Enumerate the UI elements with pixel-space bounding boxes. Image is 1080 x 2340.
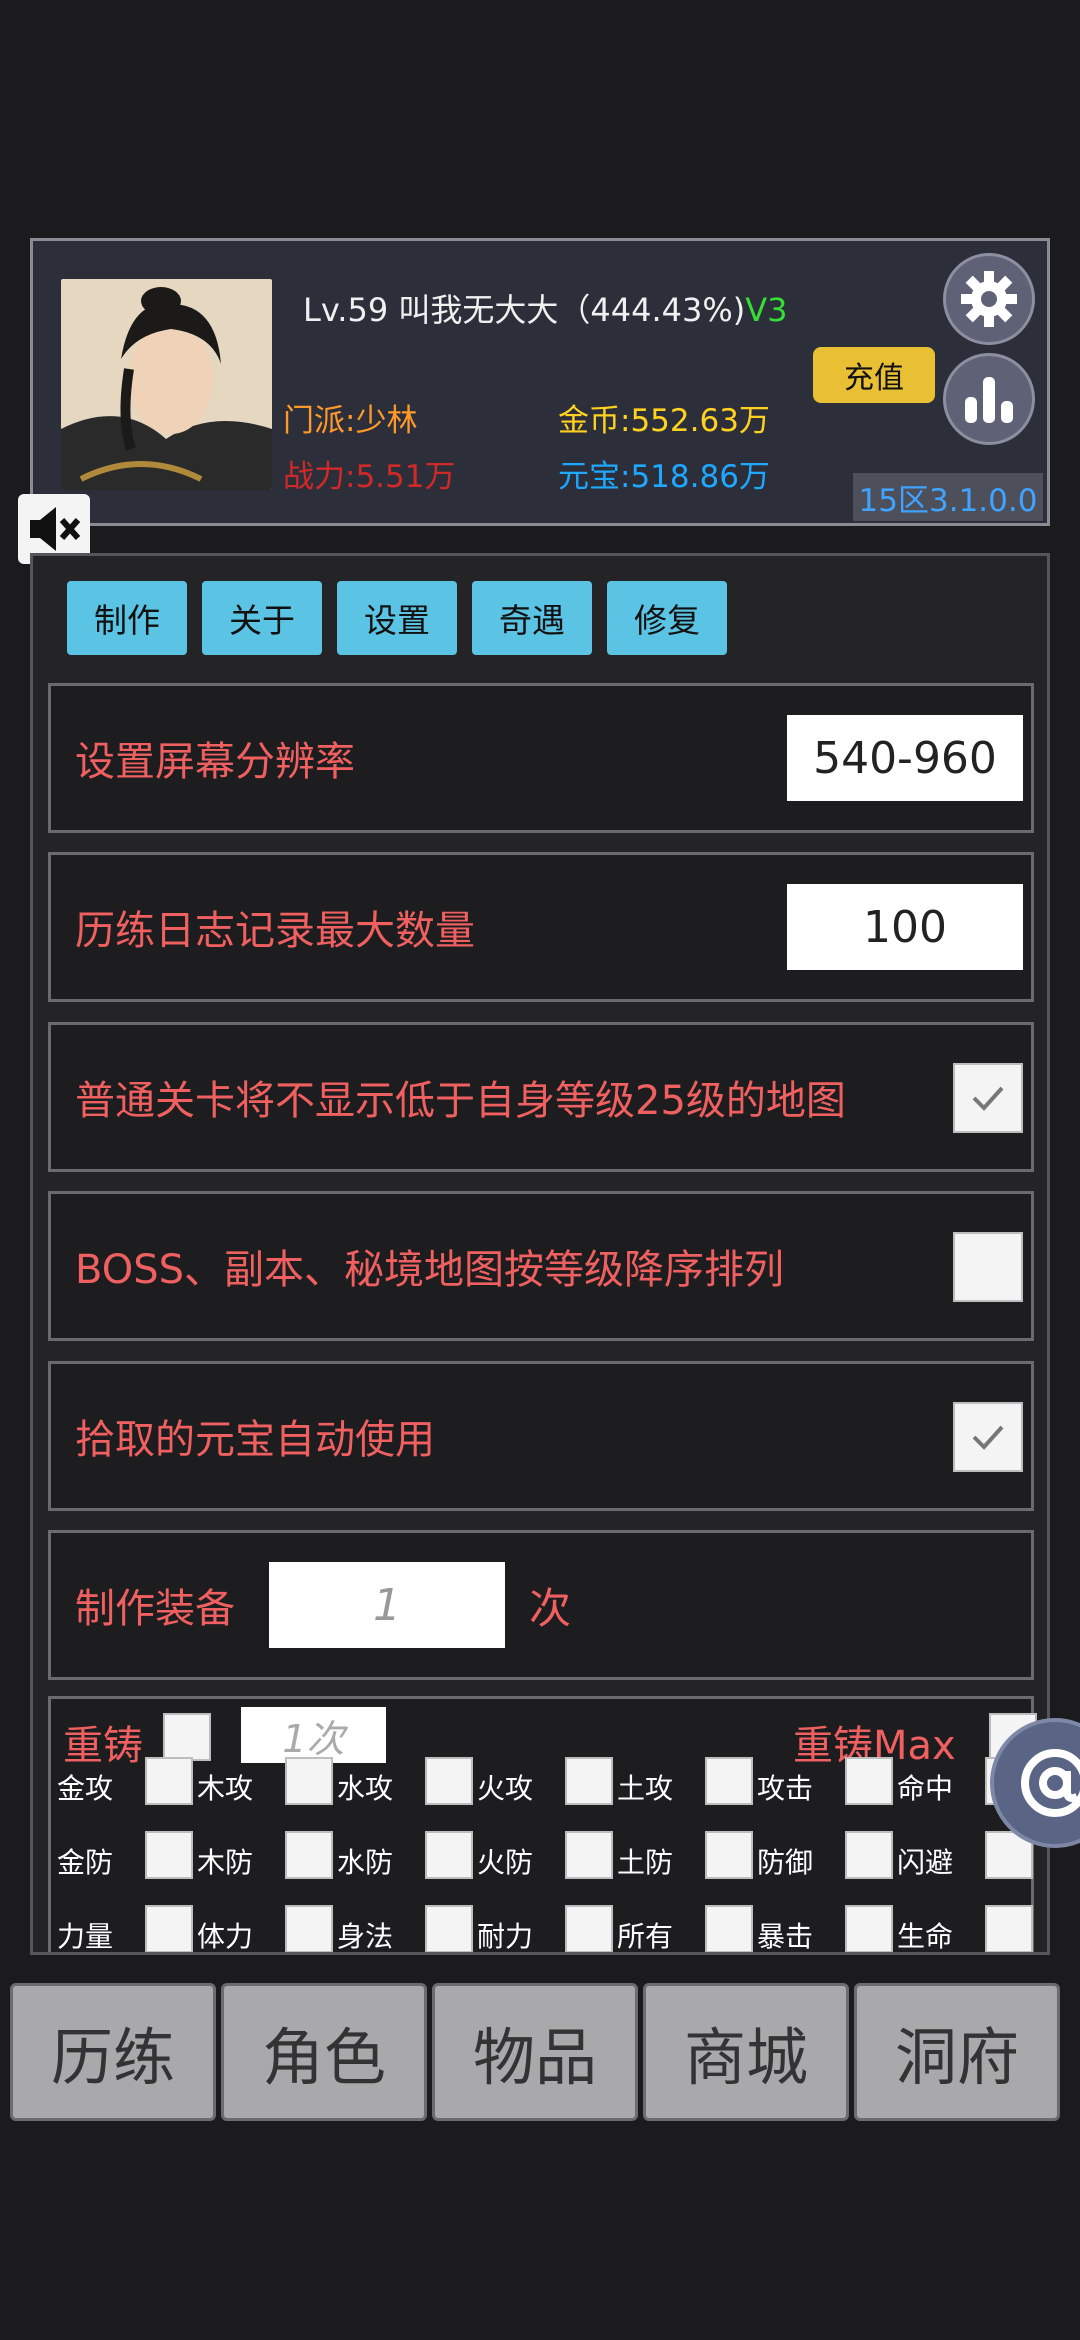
auto-use-yb-checkbox[interactable] bbox=[953, 1402, 1023, 1472]
at-sign-icon bbox=[1021, 1749, 1080, 1817]
hide-low-maps-checkbox[interactable] bbox=[953, 1063, 1023, 1133]
check-icon bbox=[972, 1086, 1004, 1111]
boss-sort-checkbox[interactable] bbox=[953, 1232, 1023, 1302]
recast-attr-label: 力量 bbox=[57, 1920, 114, 1953]
resolution-label: 设置屏幕分辨率 bbox=[75, 739, 355, 785]
tab-encounter[interactable]: 奇遇 bbox=[472, 581, 592, 655]
recast-attr-checkbox[interactable] bbox=[285, 1757, 333, 1805]
recast-section: 重铸 1次 重铸Max 金攻 木攻 水攻 火攻 土攻 攻击 命中 金防 木防 水防 火防 土防 防御 闪避… bbox=[48, 1696, 1037, 1953]
recast-attr-checkbox[interactable] bbox=[565, 1757, 613, 1805]
nav-character[interactable]: 角色 bbox=[221, 1983, 427, 2121]
nav-items[interactable]: 物品 bbox=[432, 1983, 638, 2121]
recast-attr-label: 闪避 bbox=[897, 1846, 954, 1879]
recast-attr-checkbox[interactable] bbox=[705, 1905, 753, 1952]
recast-attr-label: 木攻 bbox=[197, 1772, 254, 1805]
recast-times-input[interactable]: 1次 bbox=[241, 1707, 386, 1763]
craft-unit: 次 bbox=[529, 1583, 572, 1633]
stats-button[interactable] bbox=[943, 353, 1035, 445]
recast-attr-label: 体力 bbox=[197, 1920, 254, 1953]
player-header-card: Lv.59 叫我无大大（444.43%)V3 门派:少林 战力:5.51万 金币… bbox=[30, 238, 1050, 526]
recast-attr-label: 木防 bbox=[197, 1846, 254, 1879]
recast-attr-label: 水防 bbox=[337, 1846, 394, 1879]
nav-training[interactable]: 历练 bbox=[10, 1983, 216, 2121]
check-icon bbox=[972, 1425, 1004, 1450]
player-avatar[interactable] bbox=[61, 279, 272, 490]
recast-attr-checkbox[interactable] bbox=[285, 1905, 333, 1952]
recast-attr-label: 土攻 bbox=[617, 1772, 674, 1805]
nav-shop[interactable]: 商城 bbox=[643, 1983, 849, 2121]
exp-percent: （444.43%) bbox=[558, 291, 746, 329]
player-name-line: Lv.59 叫我无大大（444.43%)V3 bbox=[303, 285, 787, 331]
recast-attr-label: 金防 bbox=[57, 1846, 114, 1879]
recast-attr-checkbox[interactable] bbox=[565, 1905, 613, 1952]
boss-sort-label: BOSS、副本、秘境地图按等级降序排列 bbox=[75, 1247, 785, 1293]
vip-badge: V3 bbox=[745, 291, 788, 329]
recast-attr-label: 生命 bbox=[897, 1920, 954, 1953]
player-level: Lv.59 bbox=[303, 291, 389, 329]
auto-use-yb-row: 拾取的元宝自动使用 bbox=[48, 1361, 1034, 1511]
resolution-row: 设置屏幕分辨率 540-960 bbox=[48, 683, 1034, 833]
resolution-input[interactable]: 540-960 bbox=[787, 715, 1023, 801]
recast-attr-label: 所有 bbox=[617, 1920, 674, 1953]
recast-attr-label: 土防 bbox=[617, 1846, 674, 1879]
tab-repair[interactable]: 修复 bbox=[607, 581, 727, 655]
log-max-label: 历练日志记录最大数量 bbox=[75, 908, 475, 954]
recast-attr-label: 防御 bbox=[757, 1846, 814, 1879]
recast-attr-label: 耐力 bbox=[477, 1920, 534, 1953]
settings-button[interactable] bbox=[943, 253, 1035, 345]
recast-label: 重铸 bbox=[63, 1723, 143, 1769]
recast-attr-checkbox[interactable] bbox=[145, 1831, 193, 1879]
recast-attr-checkbox[interactable] bbox=[985, 1905, 1033, 1952]
auto-use-yb-label: 拾取的元宝自动使用 bbox=[75, 1417, 435, 1463]
recast-attr-label: 暴击 bbox=[757, 1920, 814, 1953]
recast-attr-checkbox[interactable] bbox=[705, 1831, 753, 1879]
recast-attr-checkbox[interactable] bbox=[845, 1757, 893, 1805]
server-version-label: 15区3.1.0.0 bbox=[853, 473, 1043, 521]
recast-attr-label: 身法 bbox=[337, 1920, 394, 1953]
power-label: 战力:5.51万 bbox=[283, 459, 456, 495]
recast-attr-label: 命中 bbox=[897, 1772, 954, 1805]
speaker-mute-icon bbox=[30, 507, 81, 551]
log-max-row: 历练日志记录最大数量 100 bbox=[48, 852, 1034, 1002]
hide-low-maps-row: 普通关卡将不显示低于自身等级25级的地图 bbox=[48, 1022, 1034, 1172]
log-max-input[interactable]: 100 bbox=[787, 884, 1023, 970]
player-name: 叫我无大大 bbox=[398, 291, 559, 329]
tab-craft[interactable]: 制作 bbox=[67, 581, 187, 655]
recast-attr-checkbox[interactable] bbox=[565, 1831, 613, 1879]
gold-label: 金币:552.63万 bbox=[558, 403, 770, 439]
recast-attr-checkbox[interactable] bbox=[285, 1831, 333, 1879]
recast-attr-checkbox[interactable] bbox=[845, 1905, 893, 1952]
bar-chart-icon bbox=[965, 377, 1013, 423]
recast-attr-label: 金攻 bbox=[57, 1772, 114, 1805]
gear-icon bbox=[961, 271, 1017, 327]
recast-attr-checkbox[interactable] bbox=[425, 1905, 473, 1952]
settings-panel: 制作 关于 设置 奇遇 修复 设置屏幕分辨率 540-960 历练日志记录最大数… bbox=[30, 553, 1050, 1955]
recast-attr-label: 火攻 bbox=[477, 1772, 534, 1805]
recast-attr-checkbox[interactable] bbox=[145, 1757, 193, 1805]
hide-low-maps-label: 普通关卡将不显示低于自身等级25级的地图 bbox=[75, 1078, 846, 1124]
tab-about[interactable]: 关于 bbox=[202, 581, 322, 655]
recast-attr-checkbox[interactable] bbox=[705, 1757, 753, 1805]
nav-cave[interactable]: 洞府 bbox=[854, 1983, 1060, 2121]
craft-row: 制作装备 1 次 bbox=[48, 1530, 1034, 1680]
boss-sort-row: BOSS、副本、秘境地图按等级降序排列 bbox=[48, 1191, 1034, 1341]
recast-attr-label: 攻击 bbox=[757, 1772, 814, 1805]
craft-times-input[interactable]: 1 bbox=[269, 1562, 505, 1648]
recast-attr-label: 火防 bbox=[477, 1846, 534, 1879]
yuanbao-label: 元宝:518.86万 bbox=[558, 459, 770, 495]
bottom-nav: 历练 角色 物品 商城 洞府 bbox=[10, 1983, 1070, 2123]
tab-settings[interactable]: 设置 bbox=[337, 581, 457, 655]
recast-attr-checkbox[interactable] bbox=[425, 1831, 473, 1879]
recast-attr-label: 水攻 bbox=[337, 1772, 394, 1805]
recast-attr-checkbox[interactable] bbox=[145, 1905, 193, 1952]
recast-attr-checkbox[interactable] bbox=[425, 1757, 473, 1805]
recharge-button[interactable]: 充值 bbox=[813, 347, 935, 403]
craft-label: 制作装备 bbox=[75, 1586, 235, 1632]
recast-checkbox[interactable] bbox=[163, 1713, 211, 1761]
recast-attr-checkbox[interactable] bbox=[845, 1831, 893, 1879]
sect-label: 门派:少林 bbox=[283, 403, 418, 439]
